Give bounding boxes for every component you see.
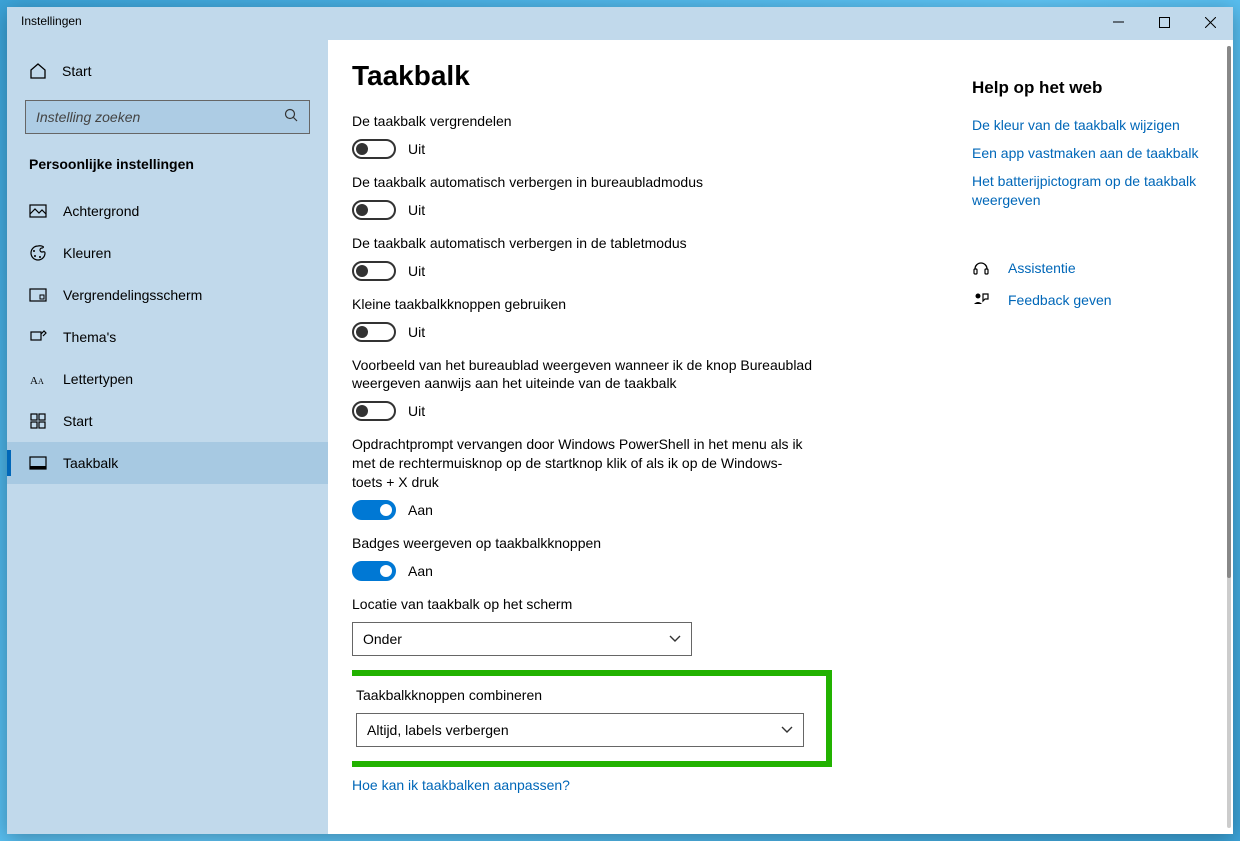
- toggle-powershell[interactable]: [352, 500, 396, 520]
- dropdown-value: Altijd, labels verbergen: [367, 722, 509, 738]
- setting-badges: Badges weergeven op taakbalkknoppen Aan: [352, 534, 952, 581]
- setting-label: Locatie van taakbalk op het scherm: [352, 595, 812, 614]
- sidebar-category: Persoonlijke instellingen: [7, 152, 328, 190]
- sidebar-item-start[interactable]: Start: [7, 400, 328, 442]
- feedback-row[interactable]: Feedback geven: [972, 291, 1209, 309]
- maximize-icon: [1159, 17, 1170, 28]
- setting-label: De taakbalk vergrendelen: [352, 112, 812, 131]
- setting-label: Opdrachtprompt vervangen door Windows Po…: [352, 435, 812, 492]
- toggle-lock-taskbar[interactable]: [352, 139, 396, 159]
- toggle-state: Aan: [408, 502, 433, 518]
- toggle-badges[interactable]: [352, 561, 396, 581]
- window-title: Instellingen: [7, 7, 96, 35]
- sidebar-item-kleuren[interactable]: Kleuren: [7, 232, 328, 274]
- assist-row[interactable]: Assistentie: [972, 259, 1209, 277]
- setting-label: Kleine taakbalkknoppen gebruiken: [352, 295, 812, 314]
- help-title: Help op het web: [972, 78, 1209, 98]
- sidebar-item-label: Kleuren: [63, 245, 111, 261]
- toggle-autohide-desktop[interactable]: [352, 200, 396, 220]
- sidebar-item-lettertypen[interactable]: AA Lettertypen: [7, 358, 328, 400]
- sidebar-item-achtergrond[interactable]: Achtergrond: [7, 190, 328, 232]
- start-icon: [29, 412, 47, 430]
- setting-peek: Voorbeeld van het bureaublad weergeven w…: [352, 356, 952, 422]
- setting-label: Badges weergeven op taakbalkknoppen: [352, 534, 812, 553]
- palette-icon: [29, 244, 47, 262]
- feedback-label: Feedback geven: [1008, 292, 1112, 308]
- svg-text:A: A: [30, 375, 38, 387]
- content-area: Start Persoonlijke instellingen Achtergr…: [7, 40, 1233, 834]
- sidebar-home[interactable]: Start: [7, 50, 328, 92]
- font-icon: AA: [29, 370, 47, 388]
- dropdown-combine[interactable]: Altijd, labels verbergen: [356, 713, 804, 747]
- toggle-state: Uit: [408, 202, 425, 218]
- image-icon: [29, 202, 47, 220]
- sidebar-item-label: Start: [63, 413, 93, 429]
- chevron-down-icon: [669, 632, 681, 646]
- toggle-autohide-tablet[interactable]: [352, 261, 396, 281]
- help-link-customize[interactable]: Hoe kan ik taakbalken aanpassen?: [352, 777, 952, 793]
- help-panel: Help op het web De kleur van de taakbalk…: [952, 60, 1233, 834]
- help-link-pin[interactable]: Een app vastmaken aan de taakbalk: [972, 144, 1209, 162]
- sidebar-item-label: Vergrendelingsscherm: [63, 287, 202, 303]
- sidebar: Start Persoonlijke instellingen Achtergr…: [7, 40, 328, 834]
- sidebar-item-taakbalk[interactable]: Taakbalk: [7, 442, 328, 484]
- setting-location: Locatie van taakbalk op het scherm Onder: [352, 595, 952, 656]
- dropdown-location[interactable]: Onder: [352, 622, 692, 656]
- close-button[interactable]: [1187, 7, 1233, 37]
- scrollbar[interactable]: [1227, 46, 1231, 828]
- setting-label: De taakbalk automatisch verbergen in bur…: [352, 173, 812, 192]
- search-input[interactable]: [36, 109, 284, 125]
- sidebar-item-vergrendelingsscherm[interactable]: Vergrendelingsscherm: [7, 274, 328, 316]
- minimize-button[interactable]: [1095, 7, 1141, 37]
- sidebar-item-label: Thema's: [63, 329, 116, 345]
- toggle-state: Uit: [408, 263, 425, 279]
- home-icon: [29, 62, 47, 80]
- setting-autohide-tablet: De taakbalk automatisch verbergen in de …: [352, 234, 952, 281]
- lockscreen-icon: [29, 286, 47, 304]
- page-title: Taakbalk: [352, 60, 952, 92]
- scrollbar-thumb[interactable]: [1227, 46, 1231, 578]
- chevron-down-icon: [781, 723, 793, 737]
- dropdown-value: Onder: [363, 631, 402, 647]
- svg-text:A: A: [38, 377, 44, 386]
- setting-label: Voorbeeld van het bureaublad weergeven w…: [352, 356, 812, 394]
- setting-small-buttons: Kleine taakbalkknoppen gebruiken Uit: [352, 295, 952, 342]
- sidebar-item-label: Achtergrond: [63, 203, 139, 219]
- toggle-small-buttons[interactable]: [352, 322, 396, 342]
- theme-icon: [29, 328, 47, 346]
- close-icon: [1205, 17, 1216, 28]
- sidebar-home-label: Start: [62, 63, 92, 79]
- sidebar-item-themas[interactable]: Thema's: [7, 316, 328, 358]
- headset-icon: [972, 259, 990, 277]
- setting-label: De taakbalk automatisch verbergen in de …: [352, 234, 812, 253]
- search-icon: [284, 108, 299, 126]
- main-content: Taakbalk De taakbalk vergrendelen Uit De…: [352, 60, 952, 834]
- toggle-state: Uit: [408, 141, 425, 157]
- settings-window: Instellingen Start: [7, 7, 1233, 834]
- titlebar: Instellingen: [7, 7, 1233, 40]
- setting-powershell: Opdrachtprompt vervangen door Windows Po…: [352, 435, 952, 520]
- toggle-state: Aan: [408, 563, 433, 579]
- sidebar-item-label: Lettertypen: [63, 371, 133, 387]
- maximize-button[interactable]: [1141, 7, 1187, 37]
- setting-lock-taskbar: De taakbalk vergrendelen Uit: [352, 112, 952, 159]
- toggle-peek[interactable]: [352, 401, 396, 421]
- help-link-color[interactable]: De kleur van de taakbalk wijzigen: [972, 116, 1209, 134]
- sidebar-item-label: Taakbalk: [63, 455, 118, 471]
- assist-label: Assistentie: [1008, 260, 1076, 276]
- help-link-battery[interactable]: Het batterijpictogram op de taakbalk wee…: [972, 172, 1209, 208]
- toggle-state: Uit: [408, 403, 425, 419]
- window-controls: [1095, 7, 1233, 37]
- taskbar-icon: [29, 454, 47, 472]
- toggle-state: Uit: [408, 324, 425, 340]
- minimize-icon: [1113, 17, 1124, 28]
- main: Taakbalk De taakbalk vergrendelen Uit De…: [328, 40, 1233, 834]
- feedback-icon: [972, 291, 990, 309]
- highlight-combine: Taakbalkknoppen combineren Altijd, label…: [352, 670, 832, 767]
- setting-label: Taakbalkknoppen combineren: [356, 686, 812, 705]
- search-box[interactable]: [25, 100, 310, 134]
- setting-autohide-desktop: De taakbalk automatisch verbergen in bur…: [352, 173, 952, 220]
